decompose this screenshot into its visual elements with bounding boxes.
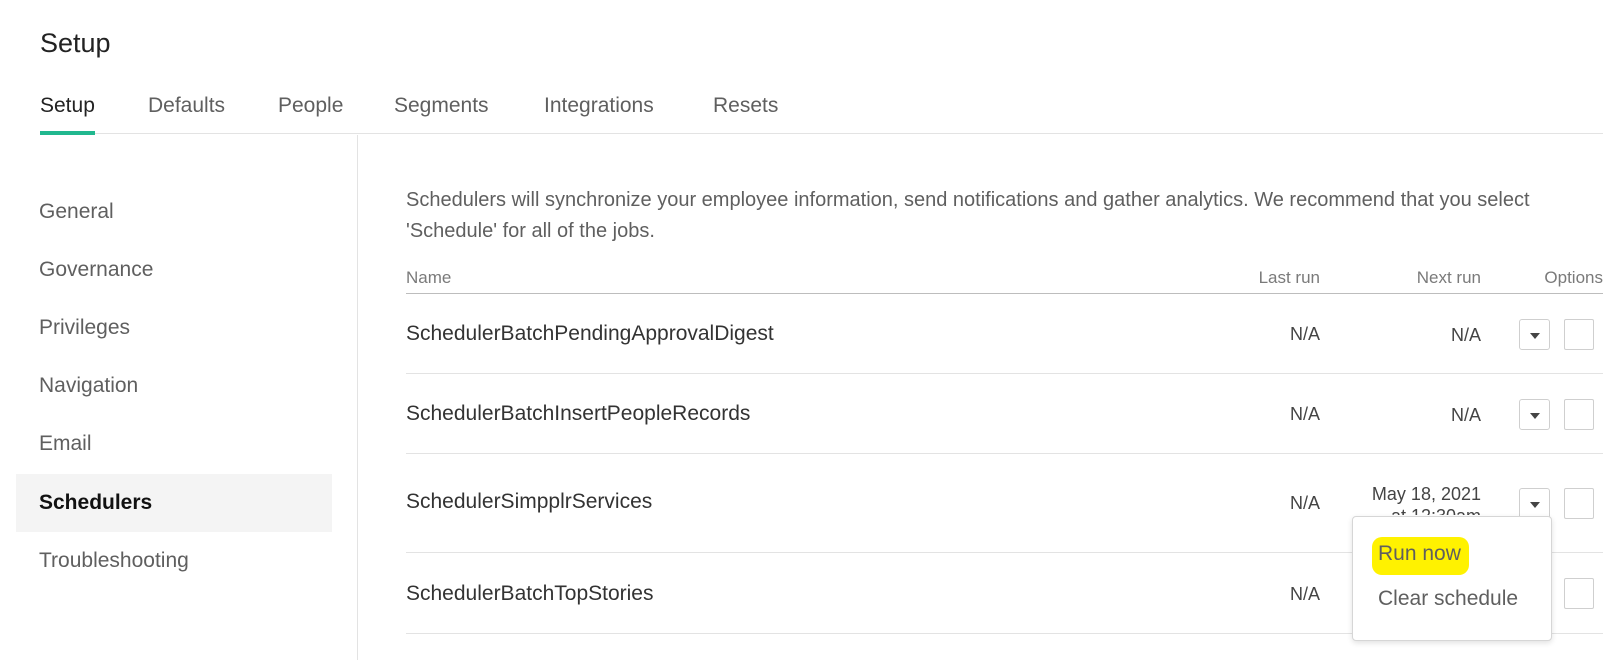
- table-header: Name Last run Next run Options: [406, 260, 1603, 294]
- tab-people[interactable]: People: [278, 94, 343, 134]
- clear-schedule-menu-item[interactable]: Clear schedule: [1378, 587, 1518, 611]
- intro-text: Schedulers will synchronize your employe…: [406, 189, 1530, 242]
- caret-down-icon: [1530, 333, 1540, 339]
- last-run-value: N/A: [1289, 584, 1320, 604]
- scheduler-name: SchedulerBatchTopStories: [406, 582, 654, 605]
- column-header-last-run: Last run: [1258, 268, 1320, 287]
- sidebar: General Governance Privileges Navigation…: [0, 135, 358, 660]
- options-dropdown-menu: Run now Clear schedule: [1352, 516, 1552, 641]
- sidebar-item-privileges[interactable]: Privileges: [16, 299, 332, 357]
- caret-down-icon: [1530, 413, 1540, 419]
- column-header-next-run: Next run: [1416, 268, 1481, 287]
- table-row: SchedulerBatchInsertPeopleRecords N/A N/…: [406, 375, 1603, 454]
- scheduler-name: SchedulerBatchInsertPeopleRecords: [406, 402, 751, 425]
- sidebar-item-schedulers[interactable]: Schedulers: [16, 474, 332, 532]
- options-checkbox[interactable]: [1564, 399, 1594, 430]
- scheduler-name: SchedulerBatchPendingApprovalDigest: [406, 322, 774, 345]
- next-run-value: May 18, 2021 at 12:30am: [1361, 483, 1481, 515]
- column-header-options: Options: [1544, 268, 1603, 287]
- tab-setup[interactable]: Setup: [40, 94, 95, 135]
- run-now-menu-item[interactable]: Run now: [1378, 542, 1461, 566]
- sidebar-item-general[interactable]: General: [16, 183, 332, 241]
- sidebar-item-troubleshooting[interactable]: Troubleshooting: [16, 532, 332, 590]
- page-title: Setup: [40, 28, 111, 58]
- sidebar-item-governance[interactable]: Governance: [16, 241, 332, 299]
- options-checkbox[interactable]: [1564, 578, 1594, 609]
- scheduler-name: SchedulerSimpplrServices: [406, 490, 653, 513]
- options-dropdown-button[interactable]: [1519, 488, 1550, 519]
- options-checkbox[interactable]: [1564, 319, 1594, 350]
- tab-resets[interactable]: Resets: [713, 94, 778, 134]
- last-run-value: N/A: [1289, 493, 1320, 513]
- tab-defaults[interactable]: Defaults: [148, 94, 225, 134]
- table-row: SchedulerBatchPendingApprovalDigest N/A …: [406, 295, 1603, 374]
- next-run-value: N/A: [1450, 325, 1481, 345]
- tab-bar: Setup Defaults People Segments Integrati…: [40, 88, 1603, 135]
- sidebar-item-navigation[interactable]: Navigation: [16, 357, 332, 415]
- last-run-value: N/A: [1289, 324, 1320, 344]
- next-run-time: at 12:30am: [1361, 505, 1481, 515]
- tab-segments[interactable]: Segments: [394, 94, 489, 134]
- caret-down-icon: [1530, 502, 1540, 508]
- options-dropdown-button[interactable]: [1519, 319, 1550, 350]
- sidebar-item-email[interactable]: Email: [16, 415, 332, 473]
- options-dropdown-button[interactable]: [1519, 399, 1550, 430]
- next-run-value: N/A: [1450, 405, 1481, 425]
- column-header-name: Name: [406, 268, 452, 287]
- last-run-value: N/A: [1289, 404, 1320, 424]
- next-run-date: May 18, 2021: [1371, 484, 1481, 504]
- options-checkbox[interactable]: [1564, 488, 1594, 519]
- tab-integrations[interactable]: Integrations: [544, 94, 654, 134]
